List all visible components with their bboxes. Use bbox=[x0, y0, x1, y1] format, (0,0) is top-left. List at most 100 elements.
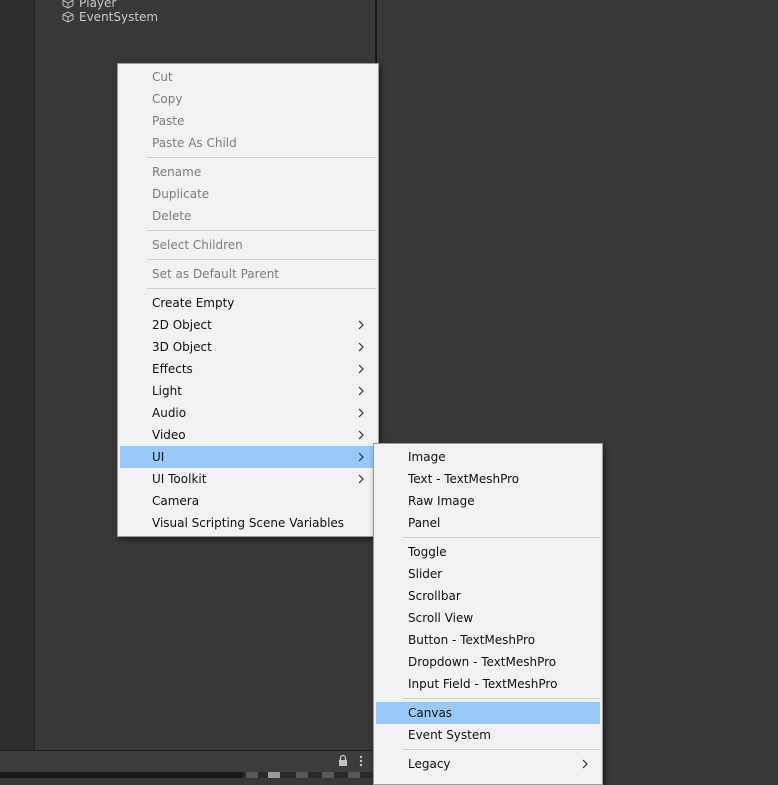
chevron-right-icon bbox=[358, 408, 364, 418]
menu-item-toggle[interactable]: Toggle bbox=[376, 541, 600, 563]
bottom-status-bar bbox=[0, 750, 375, 773]
menu-item-select-children[interactable]: Select Children bbox=[120, 234, 376, 256]
menu-item-paste-as-child[interactable]: Paste As Child bbox=[120, 132, 376, 154]
menu-item-label: Rename bbox=[152, 165, 202, 179]
lock-icon[interactable] bbox=[337, 754, 349, 768]
menu-item-slider[interactable]: Slider bbox=[376, 563, 600, 585]
menu-item-label: UI Toolkit bbox=[152, 472, 207, 486]
menu-item-label: Text - TextMeshPro bbox=[408, 472, 520, 486]
menu-item-label: Copy bbox=[152, 92, 183, 106]
menu-separator bbox=[147, 230, 376, 231]
chevron-right-icon bbox=[358, 364, 364, 374]
menu-item-delete[interactable]: Delete bbox=[120, 205, 376, 227]
chevron-right-icon bbox=[358, 320, 364, 330]
menu-item-cut[interactable]: Cut bbox=[120, 66, 376, 88]
menu-item-label: Toggle bbox=[408, 545, 447, 559]
menu-item-label: Canvas bbox=[408, 706, 453, 720]
menu-item-label: Delete bbox=[152, 209, 192, 223]
menu-item-label: UI bbox=[152, 450, 165, 464]
toolbar-button[interactable] bbox=[268, 772, 280, 778]
menu-item-canvas[interactable]: Canvas bbox=[376, 702, 600, 724]
menu-item-rename[interactable]: Rename bbox=[120, 161, 376, 183]
menu-item-3d-object[interactable]: 3D Object bbox=[120, 336, 376, 358]
menu-item-label: Image bbox=[408, 450, 446, 464]
menu-item-label: Visual Scripting Scene Variables bbox=[152, 516, 345, 530]
chevron-right-icon bbox=[358, 452, 364, 462]
ui-submenu: Image Text - TextMeshPro Raw Image Panel… bbox=[373, 443, 603, 785]
menu-item-label: Panel bbox=[408, 516, 441, 530]
menu-item-label: Duplicate bbox=[152, 187, 210, 201]
menu-separator bbox=[403, 749, 600, 750]
menu-item-2d-object[interactable]: 2D Object bbox=[120, 314, 376, 336]
menu-item-label: Select Children bbox=[152, 238, 243, 252]
menu-item-scroll-view[interactable]: Scroll View bbox=[376, 607, 600, 629]
menu-separator bbox=[403, 537, 600, 538]
menu-item-label: Raw Image bbox=[408, 494, 475, 508]
menu-item-label: Create Empty bbox=[152, 296, 235, 310]
menu-item-label: Paste bbox=[152, 114, 185, 128]
toolbar-button[interactable] bbox=[246, 772, 258, 778]
menu-item-label: 2D Object bbox=[152, 318, 212, 332]
menu-item-paste[interactable]: Paste bbox=[120, 110, 376, 132]
menu-separator bbox=[147, 259, 376, 260]
menu-item-label: Slider bbox=[408, 567, 443, 581]
hierarchy-item-label: EventSystem bbox=[79, 10, 159, 24]
menu-item-create-empty[interactable]: Create Empty bbox=[120, 292, 376, 314]
menu-item-label: Button - TextMeshPro bbox=[408, 633, 536, 647]
menu-item-label: Cut bbox=[152, 70, 173, 84]
hierarchy-item-eventsystem[interactable]: EventSystem bbox=[62, 9, 158, 25]
menu-item-camera[interactable]: Camera bbox=[120, 490, 376, 512]
menu-item-label: Scroll View bbox=[408, 611, 474, 625]
panel-divider[interactable] bbox=[375, 0, 377, 65]
chevron-right-icon bbox=[358, 342, 364, 352]
toolbar-button[interactable] bbox=[348, 772, 360, 778]
menu-item-button-textmeshpro[interactable]: Button - TextMeshPro bbox=[376, 629, 600, 651]
editor-left-strip bbox=[0, 0, 35, 750]
menu-item-legacy[interactable]: Legacy bbox=[376, 753, 600, 775]
hierarchy-context-menu: Cut Copy Paste Paste As Child Rename Dup… bbox=[117, 63, 379, 537]
gameobject-cube-icon bbox=[62, 0, 74, 9]
menu-item-label: Event System bbox=[408, 728, 491, 742]
menu-separator bbox=[147, 157, 376, 158]
menu-item-label: Paste As Child bbox=[152, 136, 237, 150]
menu-item-label: Input Field - TextMeshPro bbox=[408, 677, 558, 691]
kebab-menu-icon[interactable] bbox=[357, 754, 365, 768]
menu-item-dropdown-textmeshpro[interactable]: Dropdown - TextMeshPro bbox=[376, 651, 600, 673]
menu-item-label: Camera bbox=[152, 494, 200, 508]
menu-item-label: Set as Default Parent bbox=[152, 267, 280, 281]
menu-item-label: Dropdown - TextMeshPro bbox=[408, 655, 557, 669]
toolbar-button[interactable] bbox=[296, 772, 308, 778]
menu-item-set-default-parent[interactable]: Set as Default Parent bbox=[120, 263, 376, 285]
chevron-right-icon bbox=[358, 430, 364, 440]
menu-item-ui-toolkit[interactable]: UI Toolkit bbox=[120, 468, 376, 490]
toolbar-button[interactable] bbox=[322, 772, 334, 778]
menu-item-duplicate[interactable]: Duplicate bbox=[120, 183, 376, 205]
menu-item-text-textmeshpro[interactable]: Text - TextMeshPro bbox=[376, 468, 600, 490]
menu-item-copy[interactable]: Copy bbox=[120, 88, 376, 110]
menu-item-ui[interactable]: UI bbox=[120, 446, 376, 468]
chevron-right-icon bbox=[582, 759, 588, 769]
menu-separator bbox=[403, 698, 600, 699]
chevron-right-icon bbox=[358, 474, 364, 484]
menu-item-label: 3D Object bbox=[152, 340, 212, 354]
menu-item-label: Effects bbox=[152, 362, 193, 376]
menu-item-effects[interactable]: Effects bbox=[120, 358, 376, 380]
menu-item-label: Video bbox=[152, 428, 186, 442]
menu-item-audio[interactable]: Audio bbox=[120, 402, 376, 424]
gameobject-cube-icon bbox=[62, 11, 74, 23]
menu-item-image[interactable]: Image bbox=[376, 446, 600, 468]
chevron-right-icon bbox=[358, 386, 364, 396]
menu-item-label: Legacy bbox=[408, 757, 451, 771]
menu-item-light[interactable]: Light bbox=[120, 380, 376, 402]
menu-item-event-system[interactable]: Event System bbox=[376, 724, 600, 746]
menu-separator bbox=[147, 288, 376, 289]
menu-item-panel[interactable]: Panel bbox=[376, 512, 600, 534]
menu-item-scrollbar[interactable]: Scrollbar bbox=[376, 585, 600, 607]
menu-item-visual-scripting-scene-variables[interactable]: Visual Scripting Scene Variables bbox=[120, 512, 376, 534]
menu-item-raw-image[interactable]: Raw Image bbox=[376, 490, 600, 512]
menu-item-label: Scrollbar bbox=[408, 589, 461, 603]
menu-item-label: Light bbox=[152, 384, 182, 398]
menu-item-input-field-textmeshpro[interactable]: Input Field - TextMeshPro bbox=[376, 673, 600, 695]
menu-item-label: Audio bbox=[152, 406, 187, 420]
menu-item-video[interactable]: Video bbox=[120, 424, 376, 446]
